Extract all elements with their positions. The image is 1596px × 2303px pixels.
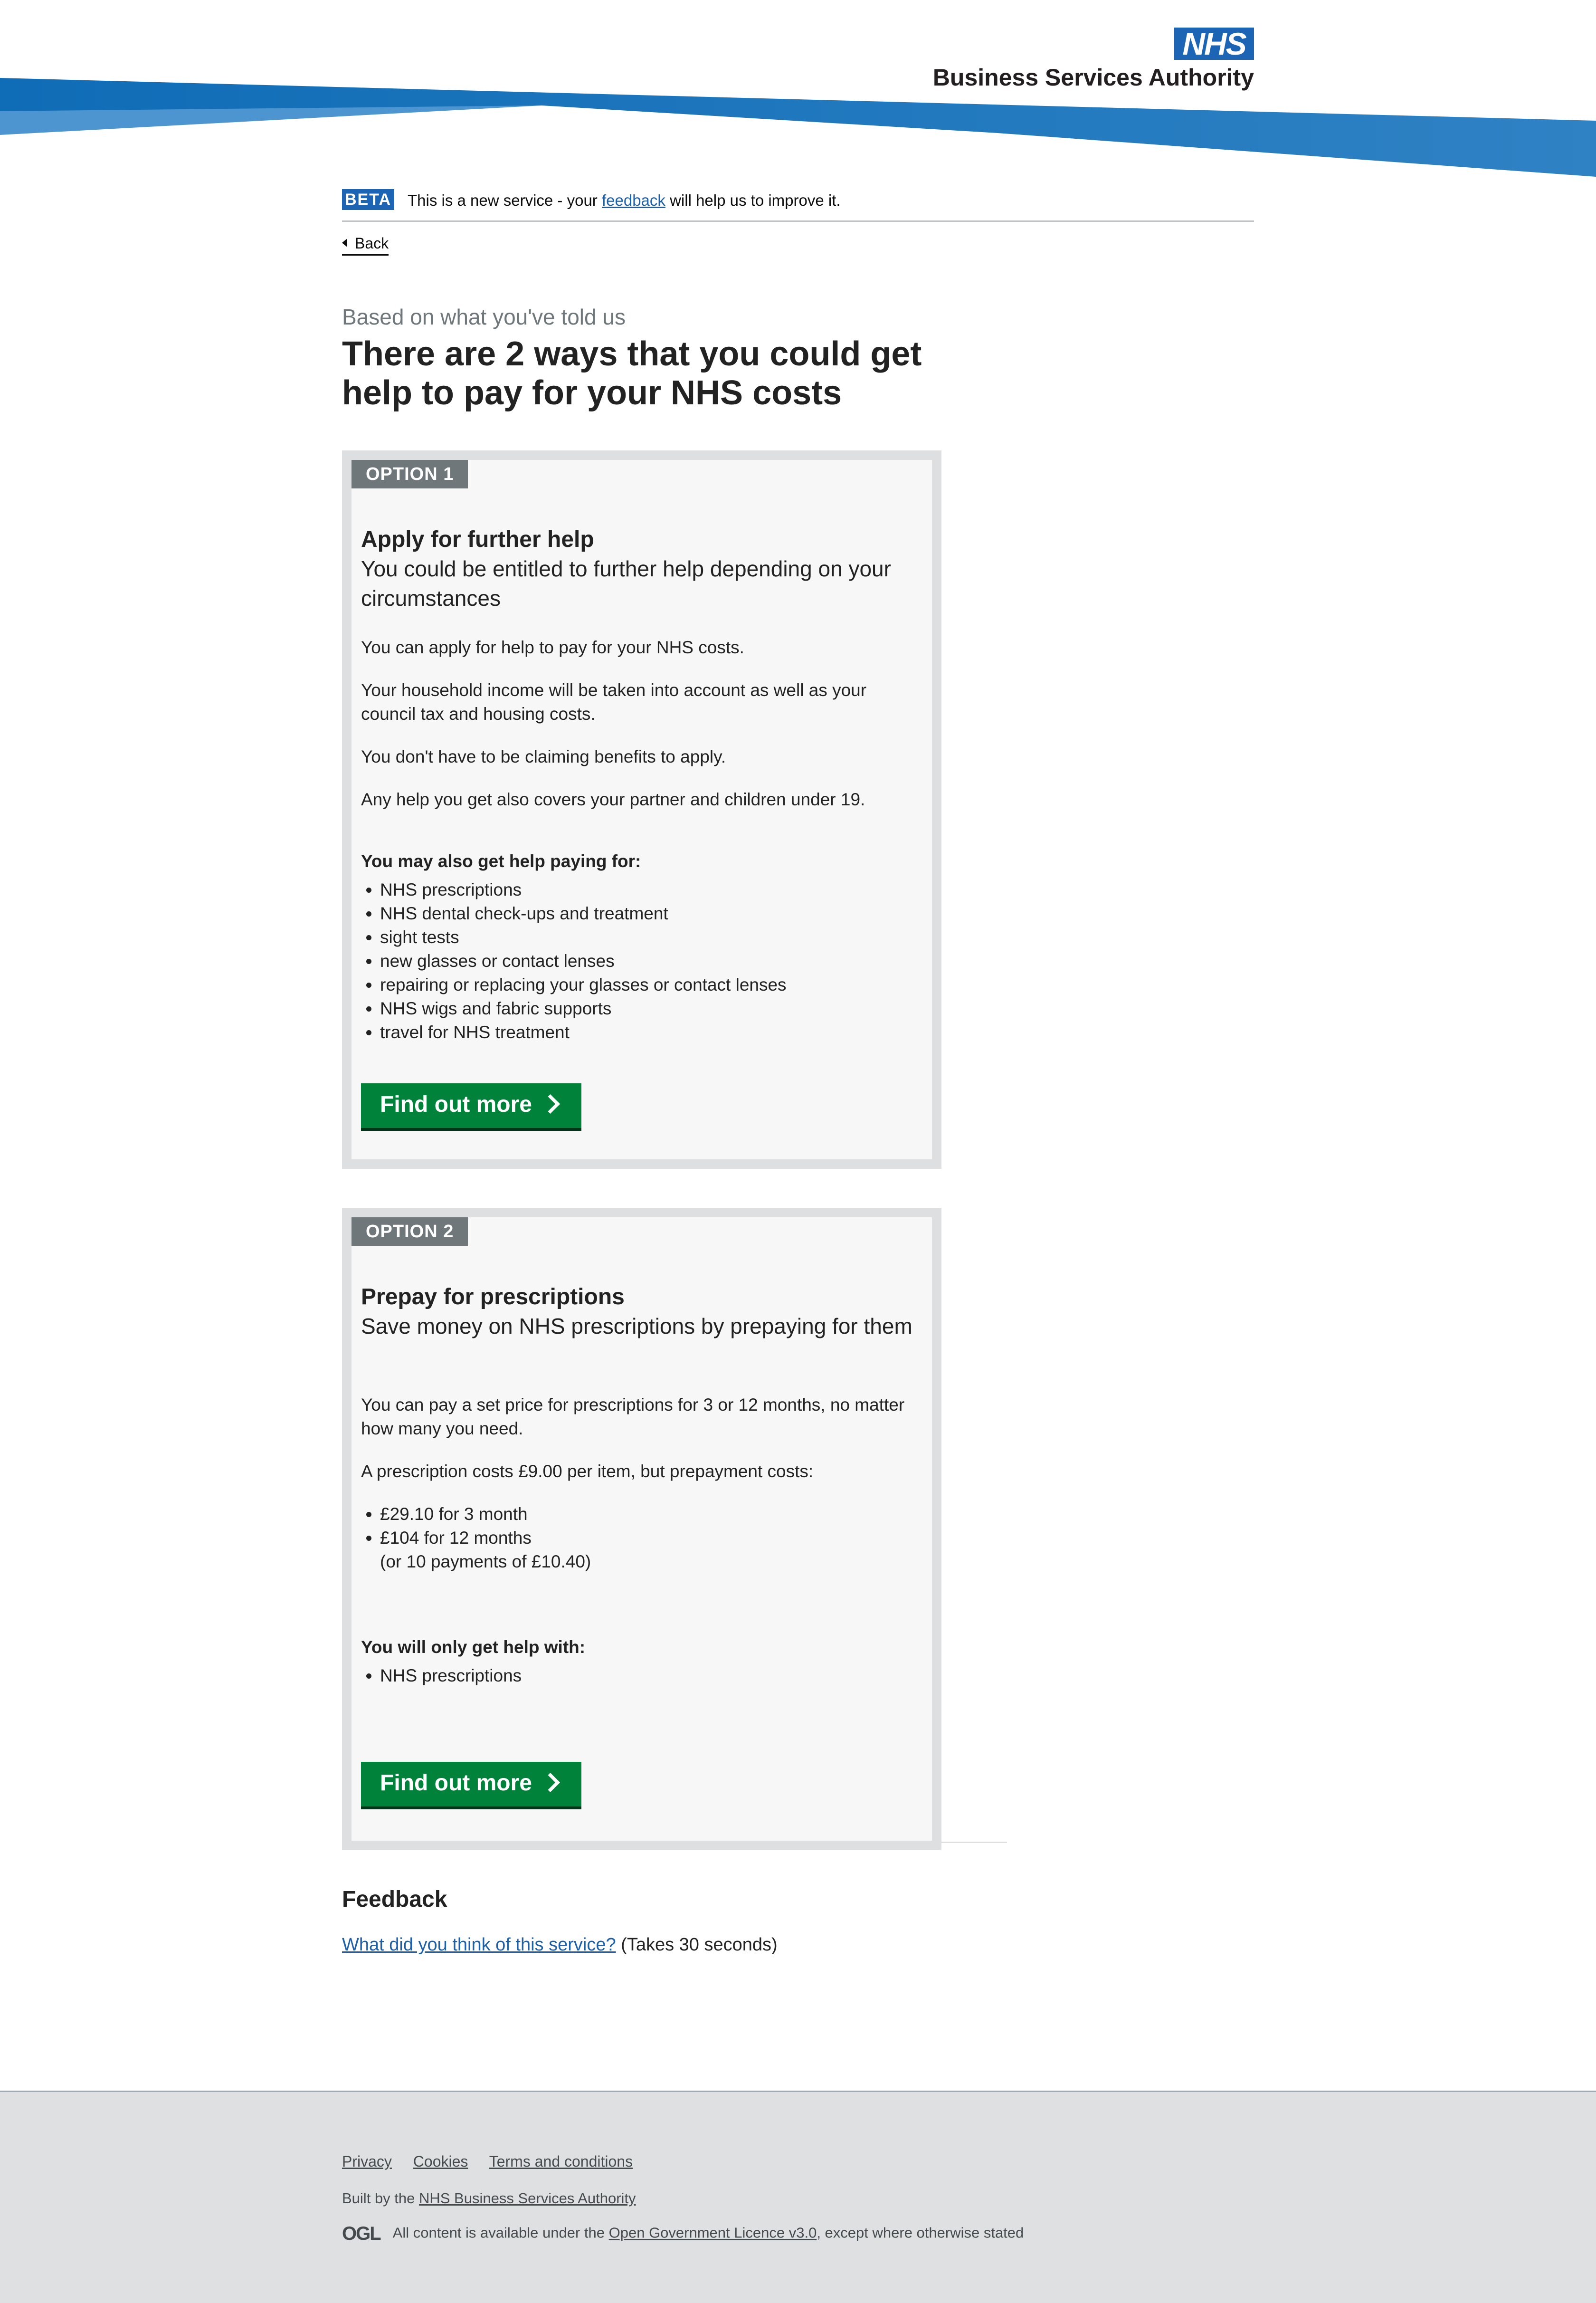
back-label: Back xyxy=(355,235,389,252)
phase-banner-text: This is a new service - your feedback wi… xyxy=(408,191,841,210)
footer-link-privacy[interactable]: Privacy xyxy=(342,2153,392,2170)
licence-suffix: , except where otherwise stated xyxy=(817,2224,1024,2241)
feedback-heading: Feedback xyxy=(342,1887,447,1912)
built-by-link[interactable]: NHS Business Services Authority xyxy=(419,2190,636,2207)
option-2-heading: Prepay for prescriptions xyxy=(361,1284,625,1309)
option-1-card: OPTION 1 Apply for further help You coul… xyxy=(342,450,941,1169)
org-name: Business Services Authority xyxy=(932,64,1254,91)
page-title: There are 2 ways that you could get help… xyxy=(342,335,922,412)
option-2-subheading: Save money on NHS prescriptions by prepa… xyxy=(361,1314,912,1338)
price-note: (or 10 payments of £10.40) xyxy=(380,1552,591,1571)
option-2-price-list: £29.10 for 3 month £104 for 12 months (or… xyxy=(361,1502,591,1574)
option-1-find-out-more-button[interactable]: Find out more xyxy=(361,1083,581,1128)
footer-link-terms[interactable]: Terms and conditions xyxy=(489,2153,633,2170)
option-2-tag: OPTION 2 xyxy=(352,1217,468,1246)
price-item: £29.10 for 3 month xyxy=(380,1502,591,1526)
option-2-list-title: You will only get help with: xyxy=(361,1637,586,1657)
option-2-paragraph: A prescription costs £9.00 per item, but… xyxy=(361,1462,814,1481)
price-text: £104 for 12 months xyxy=(380,1528,532,1548)
chevron-right-icon xyxy=(540,1772,560,1793)
phase-text-after: will help us to improve it. xyxy=(665,191,841,209)
option-1-paragraph: You don't have to be claiming benefits t… xyxy=(361,747,726,766)
built-by-prefix: Built by the xyxy=(342,2190,419,2207)
chevron-right-icon xyxy=(540,1094,560,1114)
list-item: travel for NHS treatment xyxy=(380,1021,787,1044)
phase-banner: BETA This is a new service - your feedba… xyxy=(342,189,1254,222)
option-2-find-out-more-button[interactable]: Find out more xyxy=(361,1762,581,1806)
page-caption: Based on what you've told us xyxy=(342,305,626,329)
option-1-heading: Apply for further help xyxy=(361,527,594,552)
list-item: new glasses or contact lenses xyxy=(380,949,787,973)
feedback-line: What did you think of this service? (Tak… xyxy=(342,1935,778,1955)
option-1-paragraph: Any help you get also covers your partne… xyxy=(361,790,865,809)
feedback-survey-link[interactable]: What did you think of this service? xyxy=(342,1935,616,1955)
footer-link-cookies[interactable]: Cookies xyxy=(413,2153,468,2170)
section-divider xyxy=(342,1842,1007,1843)
option-2-help-list: NHS prescriptions xyxy=(361,1664,522,1688)
list-item: NHS prescriptions xyxy=(380,878,787,902)
beta-tag: BETA xyxy=(342,189,394,210)
option-1-subheading: You could be entitled to further help de… xyxy=(361,556,891,611)
licence-row: OGL All content is available under the Op… xyxy=(342,2223,1024,2245)
option-1-paragraph: You can apply for help to pay for your N… xyxy=(361,638,744,657)
header-wave-decoration xyxy=(0,78,1596,177)
list-item: NHS dental check-ups and treatment xyxy=(380,902,787,926)
site-footer: Privacy Cookies Terms and conditions Bui… xyxy=(0,2091,1596,2303)
price-item: £104 for 12 months (or 10 payments of £10… xyxy=(380,1526,591,1574)
feedback-note: (Takes 30 seconds) xyxy=(616,1935,778,1955)
option-1-help-list: NHS prescriptions NHS dental check-ups a… xyxy=(361,878,787,1044)
list-item: sight tests xyxy=(380,926,787,949)
licence-prefix: All content is available under the xyxy=(392,2224,609,2241)
list-item: NHS prescriptions xyxy=(380,1664,522,1688)
option-2-paragraph: You can pay a set price for prescription… xyxy=(361,1395,905,1438)
phase-text-before: This is a new service - your xyxy=(408,191,602,209)
footer-links: Privacy Cookies Terms and conditions xyxy=(342,2153,650,2170)
back-link[interactable]: Back xyxy=(342,235,389,256)
nhs-logo[interactable]: NHS xyxy=(1174,28,1254,60)
option-2-card: OPTION 2 Prepay for prescriptions Save m… xyxy=(342,1208,941,1850)
built-by: Built by the NHS Business Services Autho… xyxy=(342,2190,636,2207)
back-arrow-icon xyxy=(342,238,347,247)
ogl-logo-icon: OGL xyxy=(342,2223,381,2244)
licence-link[interactable]: Open Government Licence v3.0 xyxy=(609,2225,817,2241)
option-1-paragraph: Your household income will be taken into… xyxy=(361,680,867,724)
option-1-tag: OPTION 1 xyxy=(352,460,468,488)
list-item: NHS wigs and fabric supports xyxy=(380,997,787,1021)
list-item: repairing or replacing your glasses or c… xyxy=(380,973,787,997)
site-header: NHS Business Services Authority xyxy=(0,0,1596,181)
option-1-list-title: You may also get help paying for: xyxy=(361,851,641,871)
button-label: Find out more xyxy=(380,1770,532,1796)
button-label: Find out more xyxy=(380,1092,532,1117)
feedback-link[interactable]: feedback xyxy=(602,191,665,209)
